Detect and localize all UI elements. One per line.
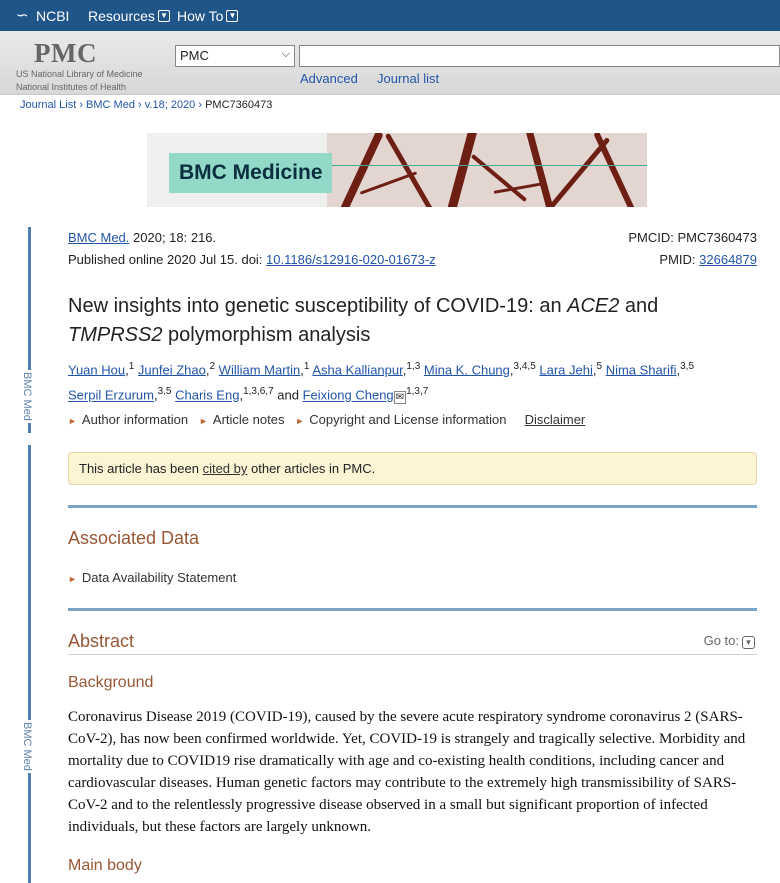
- published-line: Published online 2020 Jul 15. doi: 10.11…: [68, 252, 436, 267]
- chevron-down-icon: ⌵: [281, 48, 290, 60]
- cited-by-link[interactable]: cited by: [203, 461, 248, 476]
- author-affil: 5: [596, 361, 603, 372]
- author-affil: 1,3: [406, 361, 421, 372]
- author-link[interactable]: Charis Eng: [175, 388, 239, 403]
- article-notes-toggle[interactable]: ► Article notes: [199, 412, 284, 427]
- journal-link[interactable]: BMC Med.: [68, 230, 129, 245]
- banner-artwork: [327, 133, 647, 207]
- author-link[interactable]: Feixiong Cheng: [303, 388, 394, 403]
- main-body-heading: Main body: [68, 857, 142, 874]
- ncbi-home-link[interactable]: ∽ NCBI: [16, 7, 70, 25]
- author-link[interactable]: Serpil Erzurum: [68, 388, 154, 403]
- abstract-rule: [68, 654, 757, 655]
- pmid-link[interactable]: 32664879: [699, 252, 757, 267]
- ncbi-helix-icon: ∽: [16, 7, 29, 24]
- copyright-toggle[interactable]: ► Copyright and License information: [295, 412, 506, 427]
- advanced-search-link[interactable]: Advanced: [300, 71, 358, 86]
- howto-menu[interactable]: How To ▼: [177, 8, 239, 24]
- title-gene-tmprss2: TMPRSS2: [68, 324, 163, 346]
- article-info-tabs: ► Author information ► Article notes ► Copy…: [68, 412, 585, 427]
- triangle-right-icon: ►: [68, 416, 77, 426]
- author-affil: 1,3,6,7: [243, 386, 274, 398]
- resources-menu[interactable]: Resources ▼: [88, 8, 170, 24]
- pmid-line: PMID: 32664879: [659, 252, 757, 267]
- author-list: Yuan Hou,1 Junfei Zhao,2 William Martin,…: [68, 361, 695, 404]
- pmid-label: PMID:: [659, 252, 700, 267]
- journal-list-link[interactable]: Journal list: [377, 71, 439, 86]
- chevron-down-icon: ▼: [742, 636, 755, 649]
- search-band: PMC US National Library of Medicine Nati…: [0, 31, 780, 95]
- chevron-down-icon: ▼: [226, 10, 239, 22]
- citation-line: BMC Med. 2020; 18: 216.: [68, 230, 216, 245]
- background-paragraph: Coronavirus Disease 2019 (COVID-19), cau…: [68, 709, 746, 835]
- author-info-label: Author information: [81, 412, 189, 427]
- disclaimer-link[interactable]: Disclaimer: [525, 412, 586, 427]
- notice-text: other articles in PMC.: [247, 461, 376, 476]
- background-heading: Background: [68, 674, 154, 691]
- doi-link[interactable]: 10.1186/s12916-020-01673-z: [266, 252, 436, 267]
- author-link[interactable]: Junfei Zhao: [138, 362, 206, 377]
- author-affil: 1: [303, 361, 310, 372]
- resources-label: Resources: [88, 8, 155, 24]
- ncbi-brand: NCBI: [36, 8, 70, 24]
- author-affil: 2: [209, 361, 216, 372]
- howto-label: How To: [177, 8, 224, 24]
- pmc-logo[interactable]: PMC: [34, 38, 97, 69]
- banner-title: BMC Medicine: [179, 161, 323, 184]
- section-divider: [68, 505, 757, 508]
- author-link[interactable]: Lara Jehi: [539, 362, 592, 377]
- breadcrumb: Journal List › BMC Med › v.18; 2020 › PM…: [20, 99, 273, 111]
- triangle-right-icon: ►: [68, 574, 77, 584]
- title-part: New insights into genetic susceptibility…: [68, 295, 568, 317]
- cited-by-notice: This article has been cited by other art…: [68, 452, 757, 485]
- section-divider: [68, 608, 757, 611]
- breadcrumb-volume[interactable]: v.18; 2020: [145, 99, 196, 111]
- data-availability-label: Data Availability Statement: [81, 570, 237, 585]
- notice-text: This article has been: [79, 461, 203, 476]
- copyright-label: Copyright and License information: [309, 412, 507, 427]
- associated-data-heading: Associated Data: [68, 528, 200, 548]
- nlm-line: US National Library of Medicine: [16, 69, 143, 79]
- breadcrumb-journal[interactable]: BMC Med: [86, 99, 135, 111]
- database-select-value: PMC: [180, 48, 209, 63]
- author-info-toggle[interactable]: ► Author information: [68, 412, 188, 427]
- author-affil: 3,4,5: [513, 361, 536, 372]
- side-rail-label-bottom: BMC Med: [21, 720, 33, 773]
- author-link[interactable]: Asha Kallianpur: [312, 362, 402, 377]
- side-rail-bottom: [28, 445, 31, 883]
- title-part: polymorphism analysis: [162, 324, 371, 346]
- author-link[interactable]: William Martin: [219, 362, 301, 377]
- search-input[interactable]: [299, 45, 780, 67]
- journal-banner[interactable]: BMC Medicine: [147, 133, 647, 207]
- triangle-right-icon: ►: [295, 416, 305, 426]
- author-affil: 3,5: [157, 386, 172, 398]
- ncbi-topbar: ∽ NCBI Resources ▼ How To ▼: [0, 0, 780, 31]
- pmcid: PMCID: PMC7360473: [628, 230, 757, 245]
- breadcrumb-journal-list[interactable]: Journal List: [20, 99, 76, 111]
- breadcrumb-current: PMC7360473: [205, 99, 273, 111]
- side-rail-label-top: BMC Med: [21, 370, 33, 423]
- goto-menu[interactable]: Go to: ▼: [704, 633, 755, 649]
- published-text: Published online 2020 Jul 15. doi:: [68, 252, 267, 267]
- author-link[interactable]: Mina K. Chung: [424, 362, 510, 377]
- email-icon[interactable]: ✉: [393, 390, 407, 404]
- data-availability-toggle[interactable]: ► Data Availability Statement: [68, 570, 236, 585]
- title-part: and: [619, 295, 659, 317]
- triangle-right-icon: ►: [199, 416, 208, 426]
- article-notes-label: Article notes: [212, 412, 285, 427]
- database-select[interactable]: PMC ⌵: [175, 45, 295, 67]
- author-link[interactable]: Nima Sharifi: [606, 362, 677, 377]
- author-and: and: [277, 387, 299, 403]
- title-gene-ace2: ACE2: [567, 295, 620, 317]
- citation-text: 2020; 18: 216.: [129, 230, 217, 245]
- goto-label: Go to:: [703, 633, 739, 648]
- author-affil: 1: [128, 361, 135, 372]
- author-link[interactable]: Yuan Hou: [68, 362, 125, 377]
- chevron-down-icon: ▼: [157, 10, 170, 22]
- author-affil: 1,3,7: [406, 386, 429, 398]
- nih-line: National Institutes of Health: [16, 82, 127, 92]
- author-affil: 3,5: [680, 361, 695, 372]
- article-title: New insights into genetic susceptibility…: [68, 292, 728, 350]
- abstract-heading: Abstract: [68, 631, 135, 651]
